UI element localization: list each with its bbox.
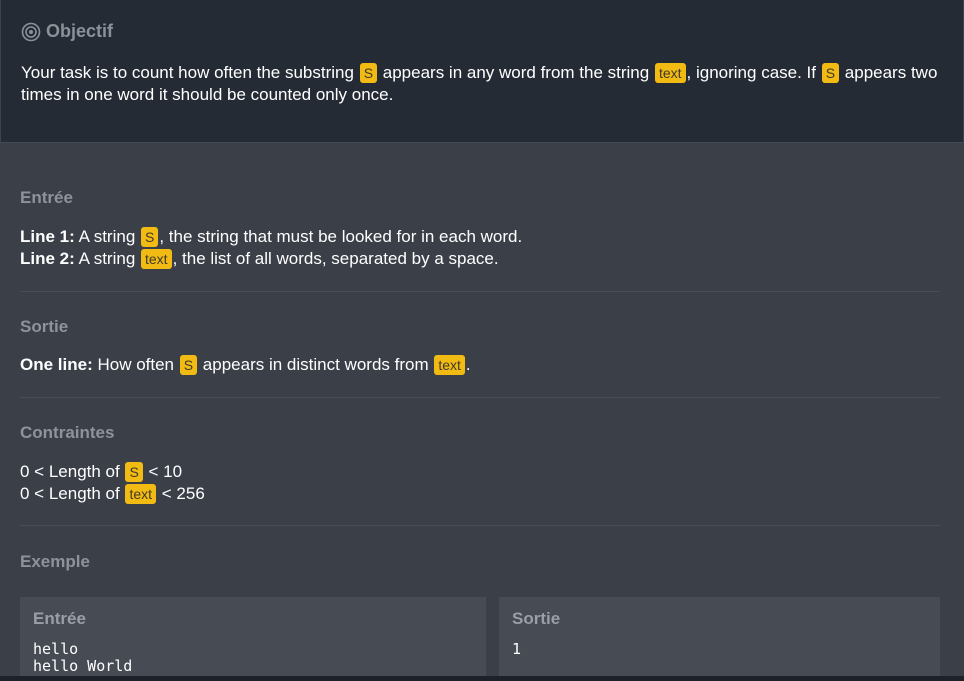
var-text-highlight: text: [125, 484, 157, 504]
input-section-title: Entrée: [20, 188, 73, 207]
output-section-title: Sortie: [20, 317, 69, 336]
constraint-text: 0 < Length of: [20, 484, 125, 503]
objective-text-part: , ignoring case. If: [686, 63, 821, 82]
puzzle-statement: Objectif Your task is to count how often…: [0, 0, 964, 681]
var-s-highlight: S: [821, 63, 840, 83]
objective-text-part: appears in any word from the string: [378, 63, 654, 82]
constraint-text: < 10: [143, 462, 183, 481]
example-input-content: hello hello World: [33, 641, 132, 675]
output-text: .: [465, 355, 471, 374]
divider: [20, 397, 940, 398]
constraints-section-body: 0 < Length of S < 10 0 < Length of text …: [20, 461, 940, 505]
line1-label: Line 1:: [20, 227, 75, 246]
var-s-highlight: S: [359, 63, 378, 83]
example-section-title: Exemple: [20, 552, 90, 571]
line1-text: , the string that must be looked for in …: [159, 227, 523, 246]
var-text-highlight: text: [654, 63, 686, 83]
input-section: Entrée Line 1: A string S, the string th…: [20, 188, 940, 269]
output-section-body: One line: How often S appears in distinc…: [20, 354, 940, 376]
var-s-highlight: S: [125, 462, 143, 482]
input-section-body: Line 1: A string S, the string that must…: [20, 226, 940, 270]
constraints-section-title: Contraintes: [20, 423, 115, 442]
output-label: One line:: [20, 355, 93, 374]
constraint-1: 0 < Length of S < 10: [20, 461, 940, 483]
line2-text: , the list of all words, separated by a …: [172, 249, 499, 268]
var-s-highlight: S: [179, 355, 198, 375]
example-output-content: 1: [512, 640, 522, 658]
line2-text: A string: [74, 249, 140, 268]
input-line-2: Line 2: A string text, the list of all w…: [20, 248, 940, 270]
input-line-1: Line 1: A string S, the string that must…: [20, 226, 940, 248]
objective-panel: Objectif Your task is to count how often…: [0, 0, 964, 143]
var-text-highlight: text: [434, 355, 465, 375]
divider: [20, 291, 940, 292]
divider: [20, 525, 940, 526]
var-s-highlight: S: [141, 227, 159, 247]
objective-header: Objectif: [21, 21, 113, 42]
constraint-text: < 256: [157, 484, 205, 503]
line1-text: A string: [74, 227, 140, 246]
output-text: How often: [92, 355, 179, 374]
example-output-title: Sortie: [512, 609, 561, 628]
constraint-2: 0 < Length of text < 256: [20, 483, 940, 505]
var-text-highlight: text: [141, 249, 172, 269]
objective-text: Your task is to count how often the subs…: [21, 62, 946, 106]
constraint-text: 0 < Length of: [20, 462, 125, 481]
output-section: Sortie One line: How often S appears in …: [20, 317, 940, 377]
example-output-box: Sortie 1: [499, 597, 940, 681]
example-input-line: hello World: [33, 657, 133, 675]
example-input-line: hello: [33, 640, 79, 658]
example-input-title: Entrée: [33, 609, 86, 628]
objective-title: Objectif: [46, 21, 114, 41]
constraints-section: Contraintes 0 < Length of S < 10 0 < Len…: [20, 423, 940, 513]
line2-label: Line 2:: [20, 249, 75, 268]
output-text: appears in distinct words from: [198, 355, 434, 374]
example-input-box: Entrée hello hello World: [20, 597, 486, 681]
bottom-bar: [0, 676, 964, 681]
target-icon: [21, 22, 41, 42]
objective-text-part: Your task is to count how often the subs…: [21, 63, 359, 82]
example-section: Exemple: [20, 552, 940, 582]
